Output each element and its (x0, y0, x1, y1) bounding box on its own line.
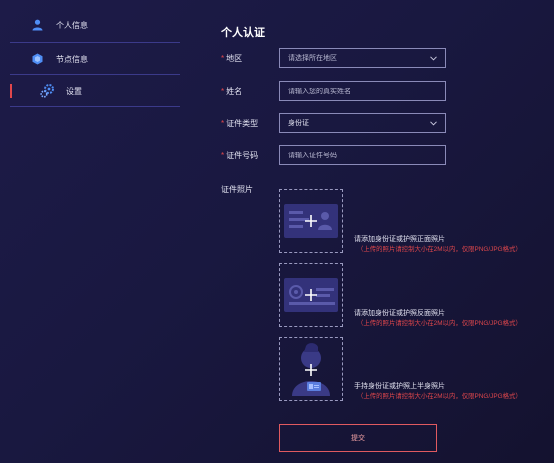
page-title: 个人认证 (221, 27, 265, 39)
main-content: 个人认证 *地区 请选择所在地区 *姓名 *证件类型 身份证 *证件号码 证件照… (221, 0, 541, 463)
sidebar-item-label: 设置 (66, 86, 82, 96)
upload-front-hint: （上传的照片请控制大小在2M以内，仅限PNG/JPG格式） (357, 246, 522, 253)
sidebar-divider (10, 106, 180, 107)
required-mark: * (221, 151, 225, 160)
required-mark: * (221, 54, 225, 63)
sidebar-item-node-info[interactable]: 节点信息 (10, 44, 180, 74)
sidebar-item-settings[interactable]: 设置 (10, 76, 180, 106)
id-card-front-icon (284, 204, 338, 238)
id-number-field[interactable] (279, 145, 446, 165)
id-type-select[interactable]: 身份证 (279, 113, 446, 133)
sidebar: 个人信息 节点信息 设置 (0, 0, 180, 463)
upload-holding-photo[interactable] (279, 337, 343, 401)
id-number-input[interactable] (288, 151, 437, 159)
region-label: * 地区 (221, 54, 243, 63)
upload-front-photo[interactable] (279, 189, 343, 253)
upload-front-text: 请添加身份证或护照正面照片 (354, 236, 445, 243)
sidebar-item-label: 节点信息 (56, 54, 88, 64)
required-mark: * (221, 87, 225, 96)
user-icon (30, 18, 44, 32)
upload-holding-hint: （上传的照片请控制大小在2M以内，仅限PNG/JPG格式） (357, 393, 522, 400)
sidebar-divider (10, 42, 180, 43)
name-input[interactable] (288, 87, 437, 95)
id-number-label: * 证件号码 (221, 151, 259, 160)
node-icon (30, 52, 44, 66)
region-select-placeholder: 请选择所在地区 (288, 55, 337, 62)
upload-back-photo[interactable] (279, 263, 343, 327)
person-holding-id-icon (292, 343, 330, 396)
photo-label: 证件照片 (221, 185, 253, 194)
sidebar-item-label: 个人信息 (56, 20, 88, 30)
id-type-label: * 证件类型 (221, 119, 259, 128)
sidebar-item-personal-info[interactable]: 个人信息 (10, 10, 180, 40)
name-field[interactable] (279, 81, 446, 101)
settings-icon (40, 84, 54, 98)
upload-back-text: 请添加身份证或护照反面照片 (354, 310, 445, 317)
id-card-back-icon (284, 278, 338, 312)
upload-holding-text: 手持身份证或护照上半身照片 (354, 383, 445, 390)
sidebar-divider (10, 74, 180, 75)
name-label: * 姓名 (221, 87, 243, 96)
required-mark: * (221, 119, 225, 128)
region-select[interactable]: 请选择所在地区 (279, 48, 446, 68)
chevron-down-icon (429, 119, 437, 127)
id-type-value: 身份证 (288, 120, 309, 127)
chevron-down-icon (429, 54, 437, 62)
upload-back-hint: （上传的照片请控制大小在2M以内，仅限PNG/JPG格式） (357, 320, 522, 327)
submit-button[interactable]: 提交 (279, 424, 437, 452)
